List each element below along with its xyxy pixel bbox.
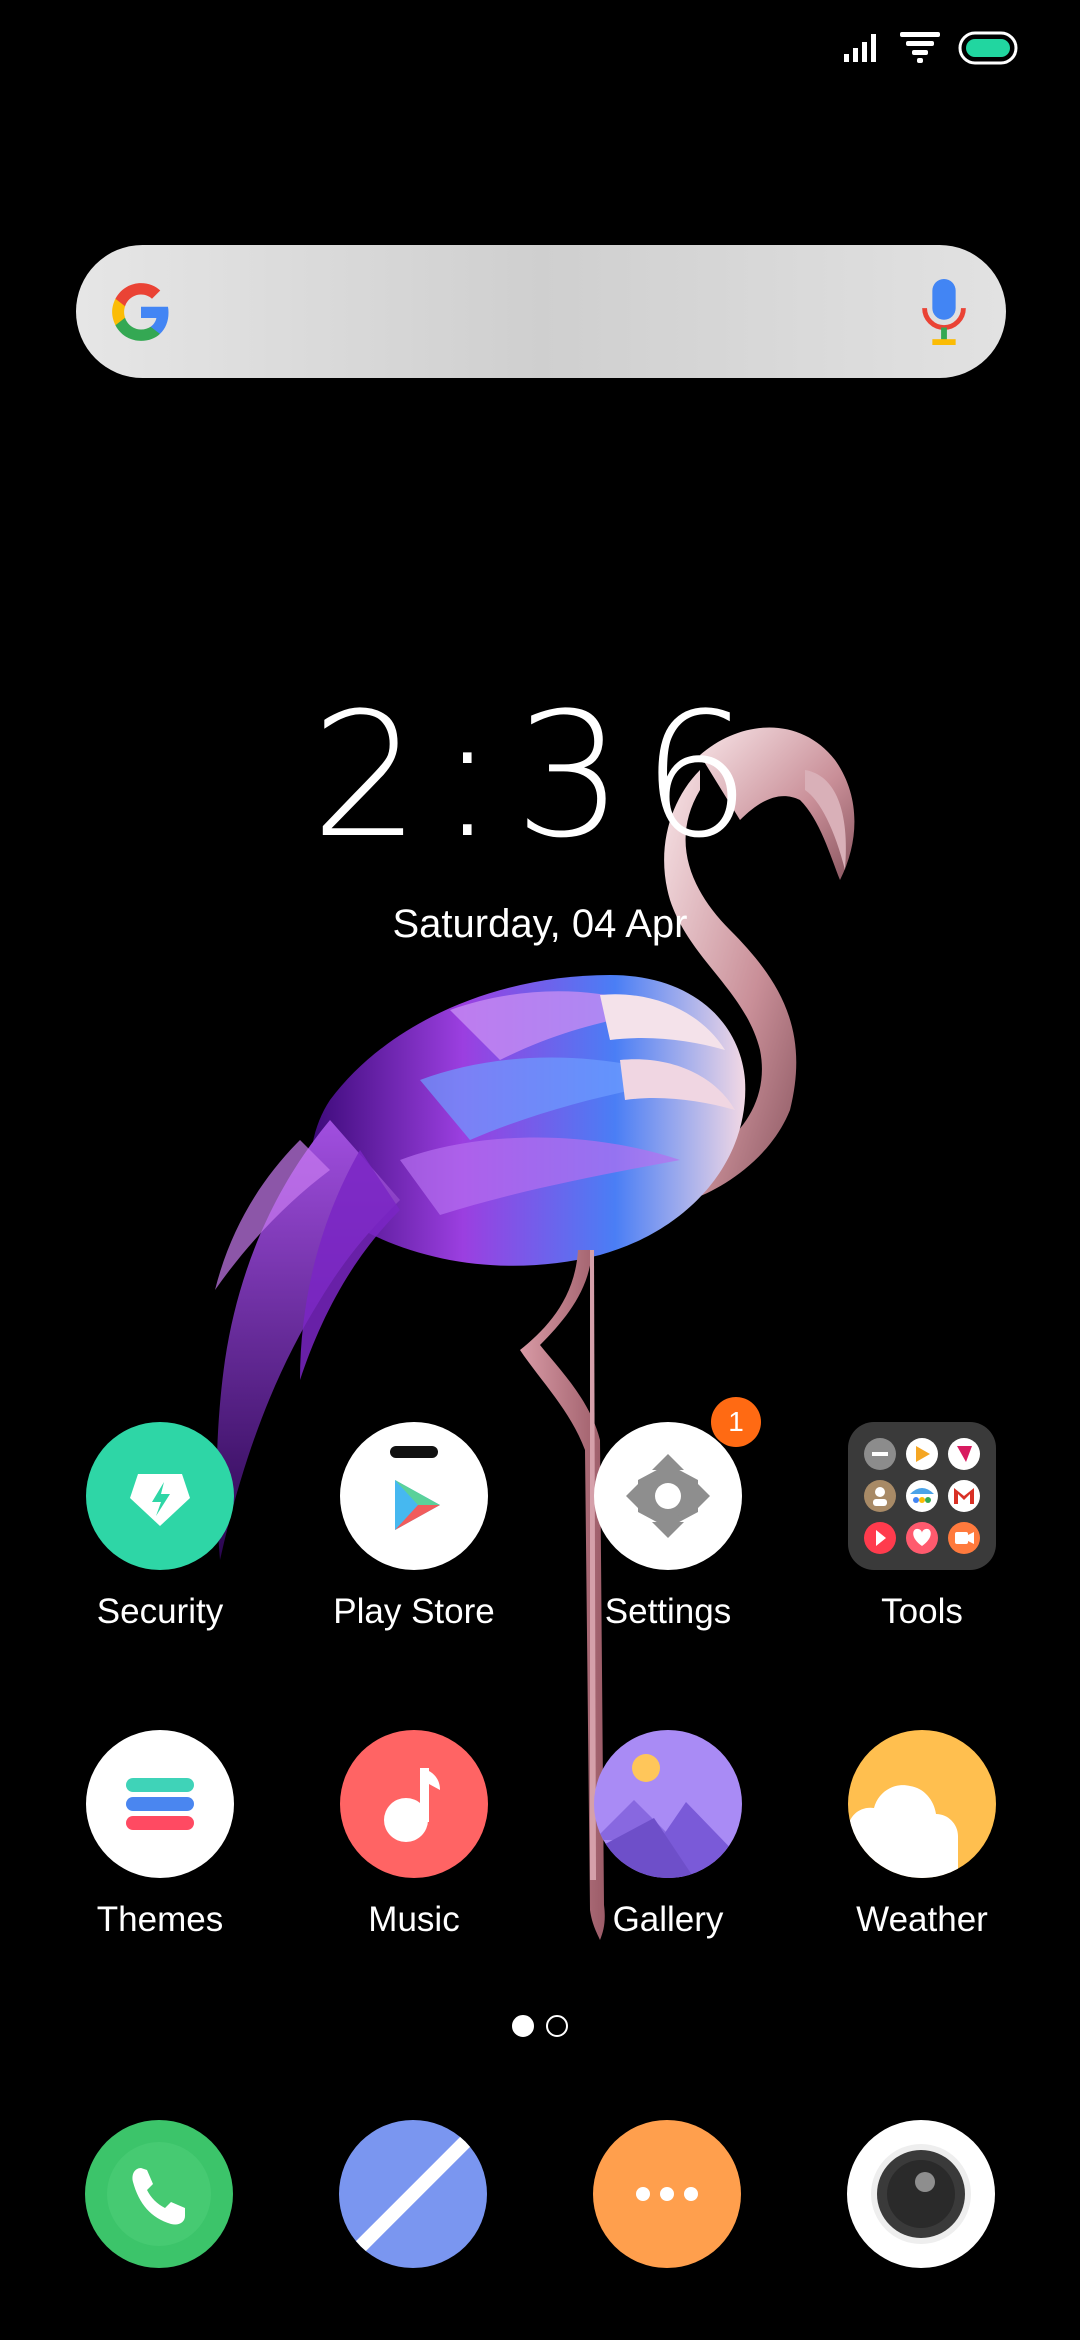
clock-time[interactable]: 2:36 (0, 690, 1080, 862)
app-themes[interactable]: Themes (33, 1730, 287, 1940)
app-tools-folder[interactable]: Tools (795, 1422, 1049, 1632)
app-label: Gallery (612, 1900, 724, 1939)
app-settings[interactable]: Settings (541, 1422, 795, 1632)
wifi-icon (900, 32, 940, 63)
signal-icon (844, 34, 876, 62)
weather-icon (848, 1730, 996, 1878)
battery-icon (958, 31, 1018, 65)
app-label: Play Store (333, 1592, 495, 1631)
clock-date[interactable]: Saturday, 04 Apr (0, 902, 1080, 947)
app-play-store[interactable]: Play Store (287, 1422, 541, 1632)
google-logo-icon (112, 282, 169, 341)
app-label: Themes (96, 1900, 224, 1939)
google-search-bar[interactable] (76, 245, 1006, 378)
gallery-icon (594, 1730, 742, 1878)
home-screen: 2:36 Saturday, 04 Apr Security Play Stor… (0, 0, 1080, 2340)
app-weather[interactable]: Weather (795, 1730, 1049, 1940)
settings-gear-icon (594, 1422, 742, 1570)
tools-folder-icon (848, 1422, 996, 1570)
page-indicator[interactable] (0, 2015, 1080, 2037)
page-dot-2[interactable] (546, 2015, 568, 2037)
notification-badge: 1 (711, 1397, 761, 1447)
app-music[interactable]: Music (287, 1730, 541, 1940)
app-label: Weather (856, 1900, 988, 1939)
app-gallery[interactable]: Gallery (541, 1730, 795, 1940)
app-label: Tools (881, 1592, 963, 1631)
phone-icon[interactable] (85, 2120, 233, 2268)
messages-icon[interactable] (593, 2120, 741, 2268)
music-note-icon (340, 1730, 488, 1878)
themes-icon (86, 1730, 234, 1878)
browser-icon[interactable] (339, 2120, 487, 2268)
status-bar (844, 28, 1018, 68)
security-icon (86, 1422, 234, 1570)
camera-icon[interactable] (847, 2120, 995, 2268)
app-label: Settings (604, 1592, 732, 1631)
app-security[interactable]: Security (33, 1422, 287, 1632)
page-dot-1[interactable] (512, 2015, 534, 2037)
app-label: Music (368, 1900, 460, 1939)
play-store-icon (340, 1422, 488, 1570)
app-label: Security (96, 1592, 224, 1631)
mic-icon[interactable] (922, 278, 966, 345)
